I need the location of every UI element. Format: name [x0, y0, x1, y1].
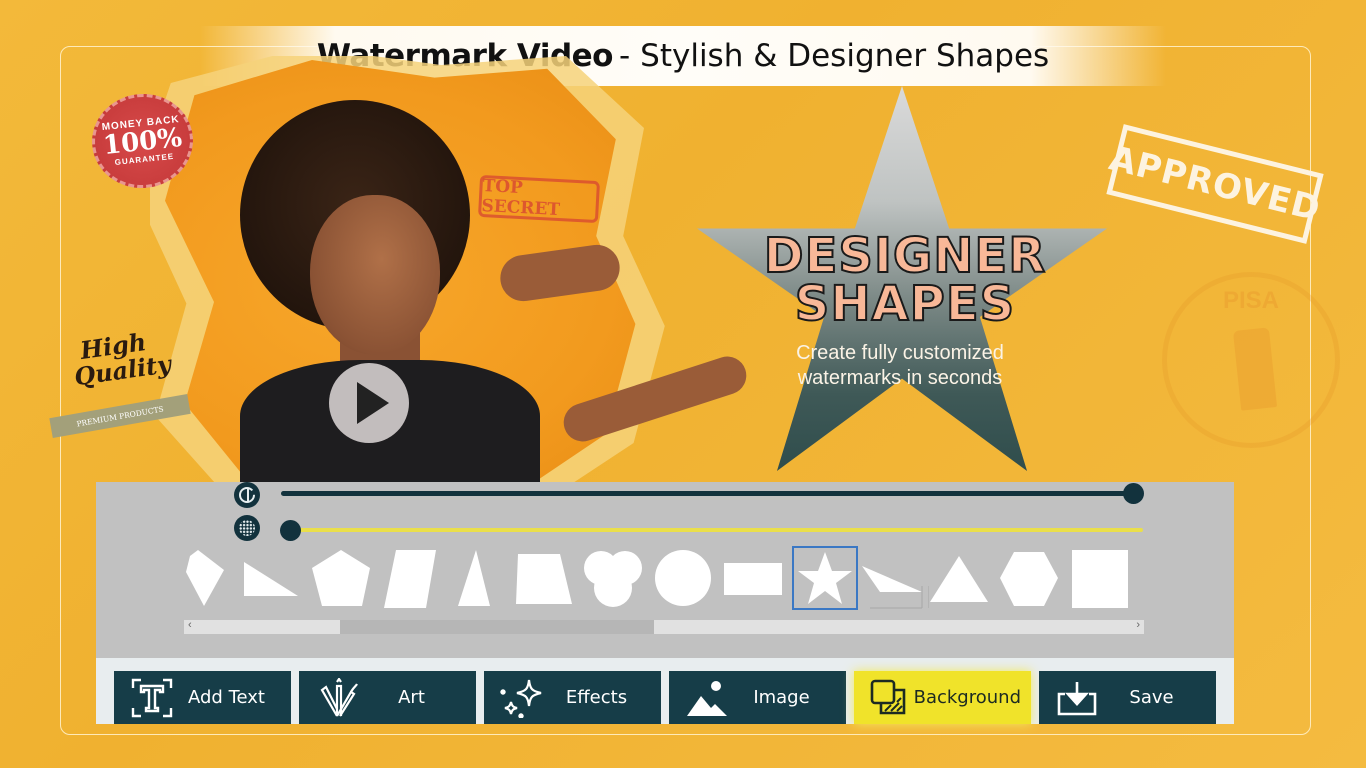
play-button[interactable]: [329, 363, 409, 443]
headline-line2: SHAPES: [794, 276, 1016, 332]
shape-star[interactable]: [792, 546, 858, 610]
bottom-toolbar: Add Text Art Effects Image Background Sa…: [96, 658, 1234, 724]
pisa-text: PISA: [1222, 287, 1279, 314]
face: [310, 195, 440, 355]
add-text-label: Add Text: [188, 687, 265, 708]
tagline: Stylish & Designer Shapes: [640, 38, 1050, 74]
image-mountain-icon: [679, 671, 735, 724]
image-label: Image: [753, 687, 810, 708]
shape-kite[interactable]: [182, 546, 230, 610]
headline-line1: DESIGNER: [763, 228, 1047, 284]
leaning-tower-icon: [1232, 327, 1278, 411]
subtitle-line1: Create fully customized: [796, 342, 1004, 364]
shape-trapezoid[interactable]: [512, 546, 574, 610]
premium-ribbon: PREMIUM PRODUCTS: [49, 393, 191, 439]
shape-right-triangle[interactable]: [240, 546, 300, 610]
shape-square[interactable]: [1070, 546, 1132, 610]
shape-triangle[interactable]: [927, 546, 990, 610]
high-quality-badge: High Quality PREMIUM PRODUCTS: [46, 327, 196, 440]
save-button[interactable]: Save: [1039, 671, 1216, 724]
shape-skewed-triangle[interactable]: [860, 546, 926, 610]
effects-label: Effects: [565, 687, 628, 708]
background-layers-icon: [864, 671, 914, 724]
opacity-slider-track[interactable]: [281, 491, 1136, 496]
shape-rectangle[interactable]: [722, 546, 784, 610]
pattern-slider-thumb[interactable]: [280, 520, 301, 541]
pattern-slider-track[interactable]: [291, 528, 1143, 532]
add-text-button[interactable]: Add Text: [114, 671, 291, 724]
shape-pentagon[interactable]: [310, 546, 372, 610]
editor-panel: ‹ › Add Text Art Effects Image Backgroun…: [96, 482, 1234, 724]
pisa-stamp: PISA: [1162, 272, 1340, 448]
sparkles-icon: [494, 671, 550, 724]
raised-hand: [497, 241, 623, 305]
shape-picker: [182, 546, 1142, 610]
art-button[interactable]: Art: [299, 671, 476, 724]
shape-hexagon[interactable]: [998, 546, 1060, 610]
art-brushes-icon: [309, 671, 365, 724]
shape-parallelogram[interactable]: [382, 546, 438, 610]
image-button[interactable]: Image: [669, 671, 846, 724]
background-button[interactable]: Background: [854, 671, 1031, 724]
add-text-icon: [124, 671, 180, 724]
art-label: Art: [398, 687, 425, 708]
hero-photo-person: [240, 100, 760, 482]
scrollbar-thumb[interactable]: [340, 620, 654, 634]
download-tray-icon: [1049, 671, 1105, 724]
subtitle-line2: watermarks in seconds: [797, 367, 1003, 389]
scroll-right-arrow[interactable]: ›: [1136, 619, 1140, 631]
opacity-slider-thumb[interactable]: [1123, 483, 1144, 504]
scroll-left-arrow[interactable]: ‹: [188, 619, 192, 631]
shape-circle[interactable]: [652, 546, 714, 610]
shape-tall-triangle[interactable]: [454, 546, 494, 610]
effects-button[interactable]: Effects: [484, 671, 661, 724]
designer-subtitle: Create fully customized watermarks in se…: [700, 341, 1100, 391]
halftone-grid-icon: [234, 515, 260, 541]
shape-picker-scrollbar[interactable]: ‹ ›: [184, 619, 1144, 634]
save-label: Save: [1129, 687, 1174, 708]
background-label: Background: [913, 687, 1021, 708]
opacity-icon: [234, 482, 260, 508]
designer-shapes-headline: DESIGNER SHAPES: [700, 228, 1110, 332]
title-separator: -: [618, 38, 631, 74]
shape-trefoil[interactable]: [582, 546, 644, 610]
play-icon: [357, 382, 389, 424]
